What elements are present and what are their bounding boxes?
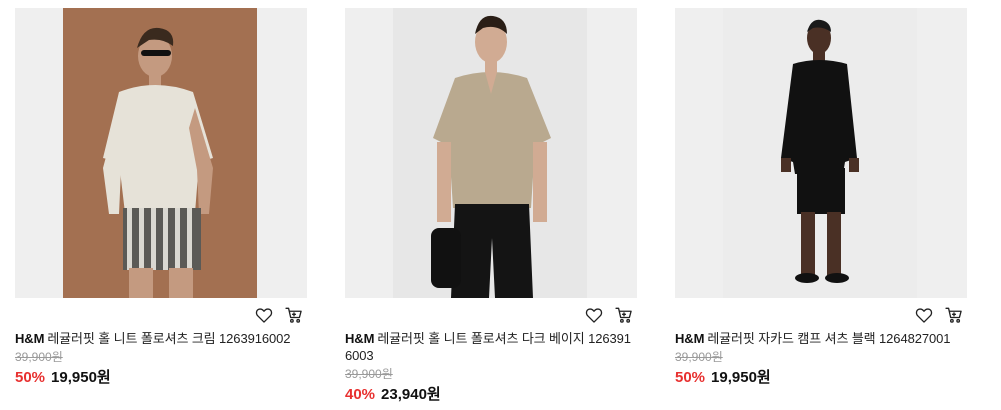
- product-title: 레귤러핏 홀 니트 폴로셔츠 크림 1263916002: [47, 331, 291, 346]
- product-card[interactable]: H&M 레귤러핏 홀 니트 폴로셔츠 다크 베이지 126391 6003 39,…: [345, 8, 637, 404]
- card-actions: [15, 298, 307, 330]
- cart-icon[interactable]: [283, 304, 305, 326]
- original-price: 39,900원: [675, 350, 723, 364]
- heart-icon[interactable]: [253, 304, 275, 326]
- product-brand: H&M: [15, 331, 45, 346]
- product-image-frame[interactable]: [15, 8, 307, 298]
- sale-price: 19,950원: [51, 369, 111, 386]
- product-photo[interactable]: [723, 8, 917, 298]
- sale-price: 23,940원: [381, 386, 441, 403]
- product-photo[interactable]: [393, 8, 587, 298]
- discount-rate: 40%: [345, 386, 376, 403]
- product-photo[interactable]: [63, 8, 257, 298]
- cart-icon[interactable]: [943, 304, 965, 326]
- card-actions: [675, 298, 967, 330]
- original-price: 39,900원: [345, 367, 393, 381]
- product-grid: H&M 레귤러핏 홀 니트 폴로셔츠 크림 1263916002 39,900원 …: [0, 0, 1001, 410]
- cart-icon[interactable]: [613, 304, 635, 326]
- product-image-frame[interactable]: [675, 8, 967, 298]
- product-title: 레귤러핏 홀 니트 폴로셔츠 다크 베이지 126391 6003: [345, 331, 631, 363]
- heart-icon[interactable]: [583, 304, 605, 326]
- product-brand: H&M: [675, 331, 705, 346]
- price-row: 40% 23,940원: [345, 383, 637, 404]
- discount-rate: 50%: [675, 369, 706, 386]
- sale-price: 19,950원: [711, 369, 771, 386]
- discount-rate: 50%: [15, 369, 46, 386]
- price-row: 50% 19,950원: [15, 366, 307, 387]
- heart-icon[interactable]: [913, 304, 935, 326]
- product-name[interactable]: H&M 레귤러핏 자카드 캠프 셔츠 블랙 1264827001: [675, 330, 967, 347]
- product-image-frame[interactable]: [345, 8, 637, 298]
- product-title: 레귤러핏 자카드 캠프 셔츠 블랙 1264827001: [707, 331, 951, 346]
- product-name[interactable]: H&M 레귤러핏 홀 니트 폴로셔츠 크림 1263916002: [15, 330, 307, 347]
- product-name[interactable]: H&M 레귤러핏 홀 니트 폴로셔츠 다크 베이지 126391 6003: [345, 330, 637, 364]
- product-card[interactable]: H&M 레귤러핏 홀 니트 폴로셔츠 크림 1263916002 39,900원 …: [15, 8, 307, 387]
- product-card[interactable]: H&M 레귤러핏 자카드 캠프 셔츠 블랙 1264827001 39,900원 …: [675, 8, 967, 387]
- price-row: 50% 19,950원: [675, 366, 967, 387]
- original-price: 39,900원: [15, 350, 63, 364]
- card-actions: [345, 298, 637, 330]
- product-brand: H&M: [345, 331, 375, 346]
